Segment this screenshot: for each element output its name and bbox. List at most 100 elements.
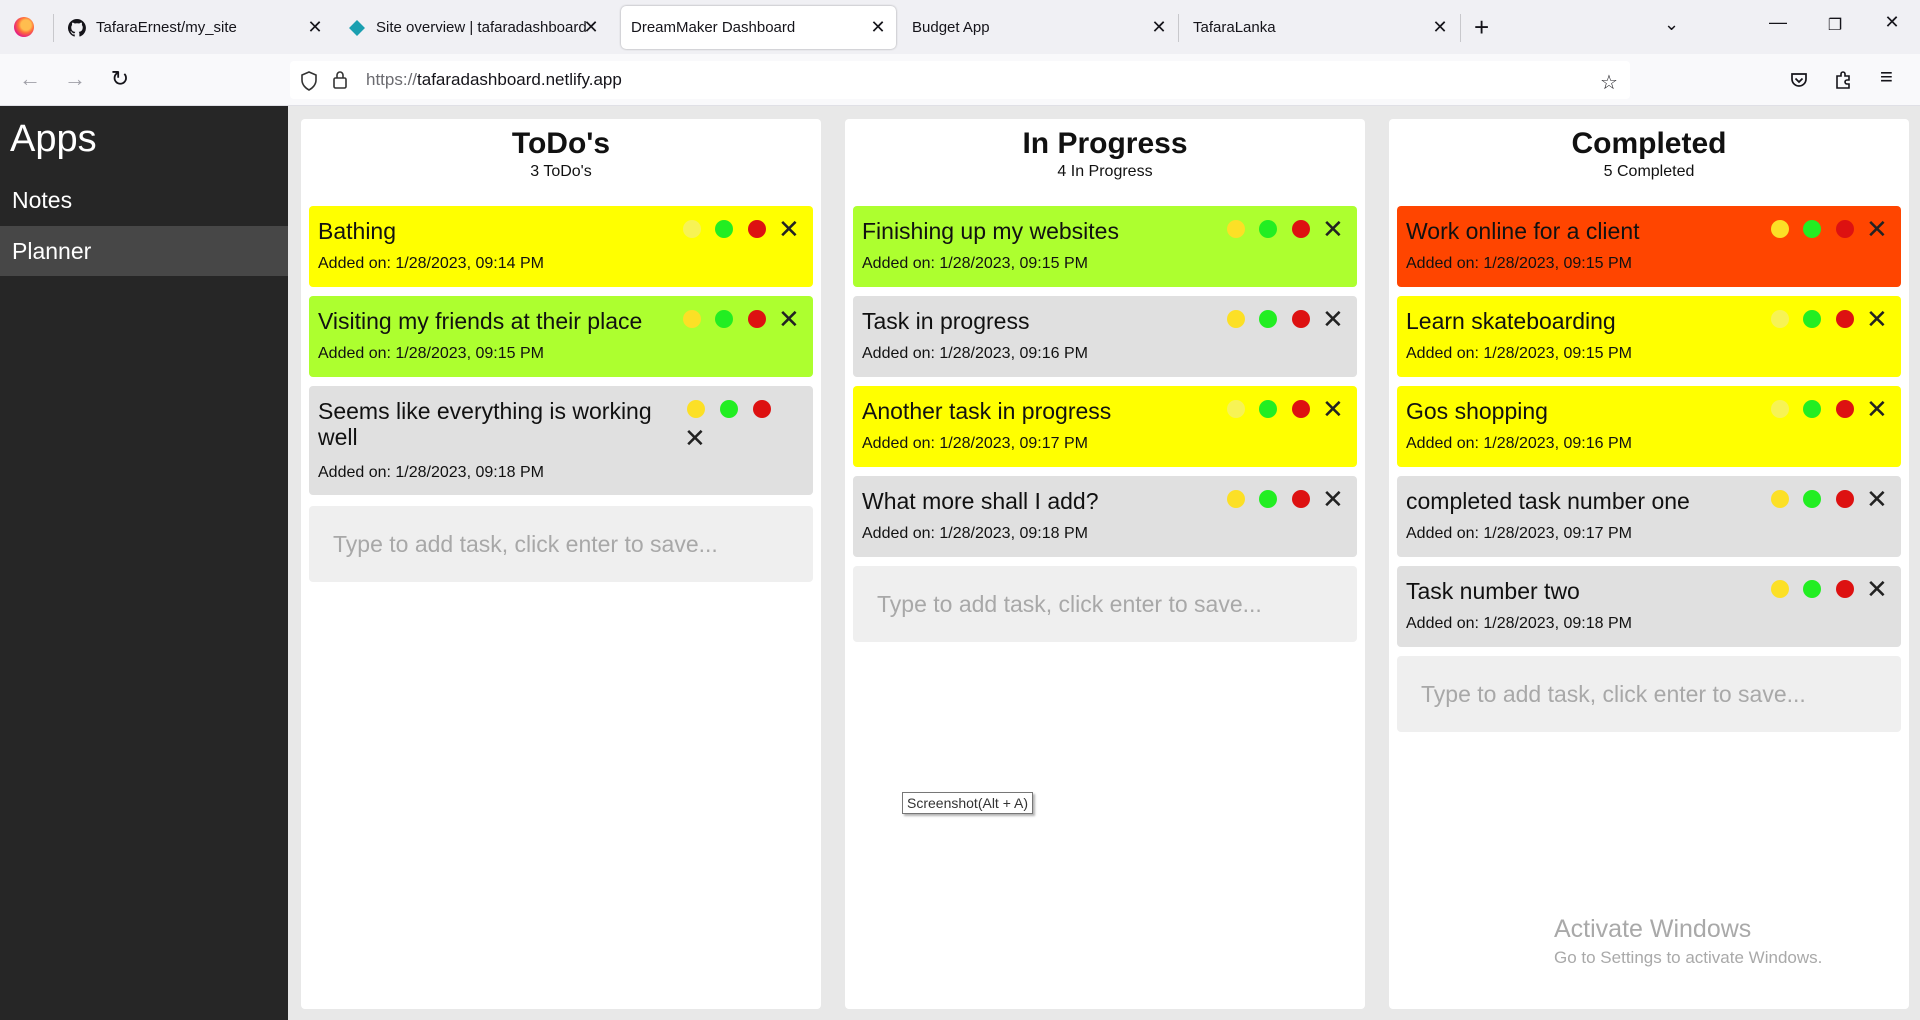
url-bar[interactable]: https://tafaradashboard.netlify.app ☆ bbox=[290, 61, 1630, 99]
delete-task-icon[interactable]: ✕ bbox=[684, 425, 706, 451]
delete-task-icon[interactable]: ✕ bbox=[1866, 306, 1888, 332]
close-tab-icon[interactable]: ✕ bbox=[304, 6, 326, 49]
task-text: Work online for a client bbox=[1406, 218, 1640, 244]
move-to-in-progress-dot[interactable] bbox=[1803, 310, 1821, 328]
move-to-todo-dot[interactable] bbox=[1771, 310, 1789, 328]
move-to-in-progress-dot[interactable] bbox=[1803, 490, 1821, 508]
delete-task-icon[interactable]: ✕ bbox=[1322, 396, 1344, 422]
move-to-in-progress-dot[interactable] bbox=[1803, 400, 1821, 418]
delete-task-icon[interactable]: ✕ bbox=[1322, 486, 1344, 512]
sidebar-item-notes[interactable]: Notes bbox=[0, 175, 288, 225]
tab-github[interactable]: TafaraErnest/my_site ✕ bbox=[54, 6, 330, 49]
move-to-todo-dot[interactable] bbox=[1771, 220, 1789, 238]
move-to-in-progress-dot[interactable] bbox=[1803, 220, 1821, 238]
task-text: Learn skateboarding bbox=[1406, 308, 1616, 334]
task-date: Added on: 1/28/2023, 09:16 PM bbox=[1406, 435, 1632, 452]
netlify-icon bbox=[349, 20, 365, 36]
move-to-in-progress-dot[interactable] bbox=[720, 400, 738, 418]
delete-task-icon[interactable]: ✕ bbox=[1866, 396, 1888, 422]
column-title: ToDo's bbox=[511, 127, 611, 160]
move-to-completed-dot[interactable] bbox=[1292, 400, 1310, 418]
move-to-todo-dot[interactable] bbox=[1771, 580, 1789, 598]
add-task-input[interactable] bbox=[853, 566, 1357, 642]
screenshot-tooltip: Screenshot(Alt + A) bbox=[902, 792, 1034, 814]
watermark-subtitle: Go to Settings to activate Windows. bbox=[1554, 948, 1823, 967]
move-to-todo-dot[interactable] bbox=[1227, 310, 1245, 328]
move-to-todo-dot[interactable] bbox=[683, 310, 701, 328]
task-text: What more shall I add? bbox=[862, 488, 1099, 514]
move-to-completed-dot[interactable] bbox=[1836, 490, 1854, 508]
new-tab-plus-icon[interactable]: + bbox=[1474, 12, 1489, 42]
minimize-icon[interactable]: — bbox=[1758, 12, 1798, 33]
tab-tafaralanka[interactable]: TafaraLanka ✕ bbox=[1183, 6, 1455, 49]
move-to-todo-dot[interactable] bbox=[683, 220, 701, 238]
move-to-in-progress-dot[interactable] bbox=[1259, 310, 1277, 328]
tab-dreammaker-dashboard[interactable]: DreamMaker Dashboard ✕ bbox=[621, 6, 896, 49]
move-to-in-progress-dot[interactable] bbox=[715, 310, 733, 328]
chevron-down-icon[interactable]: ⌄ bbox=[1664, 14, 1679, 35]
move-to-completed-dot[interactable] bbox=[1836, 310, 1854, 328]
restore-icon[interactable]: ❐ bbox=[1815, 15, 1855, 35]
tab-netlify[interactable]: Site overview | tafaradashboard ✕ bbox=[334, 6, 610, 49]
move-to-in-progress-dot[interactable] bbox=[1259, 220, 1277, 238]
task-text: Visiting my friends at their place bbox=[318, 308, 643, 334]
firefox-menu-icon[interactable] bbox=[14, 17, 34, 37]
tab-budget-app[interactable]: Budget App ✕ bbox=[902, 6, 1174, 49]
move-to-completed-dot[interactable] bbox=[1836, 580, 1854, 598]
add-task-input[interactable] bbox=[309, 506, 813, 582]
column-count: 3 ToDo's bbox=[530, 163, 592, 180]
delete-task-icon[interactable]: ✕ bbox=[1322, 216, 1344, 242]
reload-icon[interactable]: ↻ bbox=[105, 66, 135, 92]
hamburger-menu-icon[interactable]: ≡ bbox=[1880, 64, 1893, 90]
move-to-in-progress-dot[interactable] bbox=[1259, 490, 1277, 508]
bookmark-star-icon[interactable]: ☆ bbox=[1600, 70, 1618, 95]
back-arrow-icon[interactable]: ← bbox=[15, 66, 45, 92]
move-to-completed-dot[interactable] bbox=[1292, 310, 1310, 328]
task-date: Added on: 1/28/2023, 09:18 PM bbox=[1406, 615, 1632, 632]
lock-icon[interactable] bbox=[332, 70, 348, 90]
task-date: Added on: 1/28/2023, 09:15 PM bbox=[318, 345, 544, 362]
move-to-todo-dot[interactable] bbox=[1227, 400, 1245, 418]
move-to-todo-dot[interactable] bbox=[1771, 400, 1789, 418]
url-protocol: https:// bbox=[366, 70, 418, 89]
delete-task-icon[interactable]: ✕ bbox=[778, 216, 800, 242]
delete-task-icon[interactable]: ✕ bbox=[1866, 576, 1888, 602]
close-tab-icon[interactable]: ✕ bbox=[1148, 6, 1170, 49]
extensions-puzzle-icon[interactable] bbox=[1834, 69, 1854, 91]
apps-sidebar: Apps Notes Planner bbox=[0, 106, 288, 1020]
move-to-completed-dot[interactable] bbox=[748, 220, 766, 238]
move-to-completed-dot[interactable] bbox=[1292, 490, 1310, 508]
add-task-input[interactable] bbox=[1397, 656, 1901, 732]
move-to-completed-dot[interactable] bbox=[1836, 220, 1854, 238]
close-tab-icon[interactable]: ✕ bbox=[1429, 6, 1451, 49]
task-card: Task in progress Added on: 1/28/2023, 09… bbox=[853, 296, 1357, 377]
move-to-completed-dot[interactable] bbox=[1292, 220, 1310, 238]
close-tab-icon[interactable]: ✕ bbox=[580, 6, 602, 49]
move-to-todo-dot[interactable] bbox=[1227, 490, 1245, 508]
delete-task-icon[interactable]: ✕ bbox=[778, 306, 800, 332]
task-date: Added on: 1/28/2023, 09:15 PM bbox=[1406, 255, 1632, 272]
shield-icon[interactable] bbox=[300, 71, 318, 91]
move-to-in-progress-dot[interactable] bbox=[1803, 580, 1821, 598]
sidebar-item-planner[interactable]: Planner bbox=[0, 226, 288, 276]
tab-separator bbox=[1460, 14, 1461, 42]
close-window-icon[interactable]: ✕ bbox=[1872, 12, 1912, 33]
move-to-todo-dot[interactable] bbox=[687, 400, 705, 418]
close-tab-icon[interactable]: ✕ bbox=[867, 6, 889, 49]
task-date: Added on: 1/28/2023, 09:17 PM bbox=[862, 435, 1088, 452]
move-to-todo-dot[interactable] bbox=[1771, 490, 1789, 508]
move-to-in-progress-dot[interactable] bbox=[715, 220, 733, 238]
tab-label: TafaraErnest/my_site bbox=[96, 19, 237, 36]
delete-task-icon[interactable]: ✕ bbox=[1866, 486, 1888, 512]
move-to-todo-dot[interactable] bbox=[1227, 220, 1245, 238]
delete-task-icon[interactable]: ✕ bbox=[1322, 306, 1344, 332]
move-to-completed-dot[interactable] bbox=[1836, 400, 1854, 418]
tab-label: Site overview | tafaradashboard bbox=[376, 19, 586, 36]
delete-task-icon[interactable]: ✕ bbox=[1866, 216, 1888, 242]
forward-arrow-icon[interactable]: → bbox=[60, 66, 90, 92]
task-text: completed task number one bbox=[1406, 488, 1690, 514]
move-to-completed-dot[interactable] bbox=[748, 310, 766, 328]
pocket-icon[interactable] bbox=[1789, 70, 1809, 90]
move-to-in-progress-dot[interactable] bbox=[1259, 400, 1277, 418]
move-to-completed-dot[interactable] bbox=[753, 400, 771, 418]
